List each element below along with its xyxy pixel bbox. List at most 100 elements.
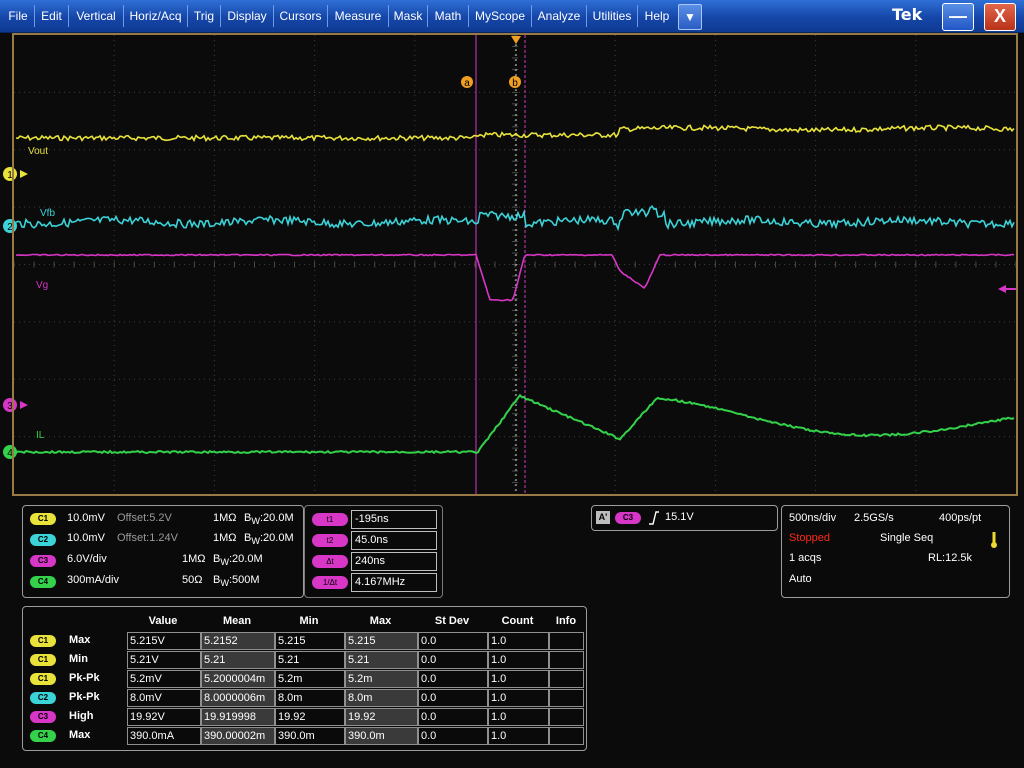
bw-sub: W — [220, 578, 229, 588]
record-length: RL:12.5k — [928, 552, 972, 564]
col-header-info: Info — [548, 615, 584, 627]
measurements-panel[interactable]: Value Mean Min Max St Dev Count Info C1 M… — [22, 606, 587, 751]
cursor-freq-label: 1/Δt — [312, 576, 348, 589]
trigger-level: 15.1V — [665, 511, 694, 523]
cell-max: 5.215 — [345, 632, 418, 650]
cell-max: 5.21 — [345, 651, 418, 669]
ch1-scale[interactable]: 10.0mV — [67, 512, 105, 524]
trigger-mode: Auto — [789, 573, 812, 585]
cell-info — [549, 670, 584, 688]
measurement-source-badge: C4 — [30, 730, 56, 742]
measurement-name: High — [69, 710, 93, 722]
cell-mean: 5.2152 — [201, 632, 275, 650]
cell-info — [549, 727, 584, 745]
cell-info — [549, 689, 584, 707]
trigger-panel[interactable]: A' C3 15.1V — [591, 505, 778, 531]
ch2-impedance: 1MΩ — [213, 532, 237, 544]
ch3-impedance: 1MΩ — [182, 553, 206, 565]
ch2-bandwidth: BW:20.0M — [244, 532, 294, 546]
cell-max: 8.0m — [345, 689, 418, 707]
cell-value: 5.21V — [127, 651, 201, 669]
cell-max: 390.0m — [345, 727, 418, 745]
measurement-source-badge: C3 — [30, 711, 56, 723]
cell-min: 19.92 — [275, 708, 345, 726]
cell-value: 5.2mV — [127, 670, 201, 688]
cell-min: 5.2m — [275, 670, 345, 688]
ch2-badge[interactable]: C2 — [30, 534, 56, 546]
cell-value: 8.0mV — [127, 689, 201, 707]
col-header-min: Min — [274, 615, 344, 627]
bw-value: :20.0M — [260, 532, 294, 544]
col-header-count: Count — [487, 615, 548, 627]
cell-mean: 390.00002m — [201, 727, 275, 745]
cursor-delta-label: Δt — [312, 555, 348, 568]
bw-sub: W — [220, 557, 229, 567]
cell-count: 1.0 — [488, 708, 549, 726]
measurement-source-badge: C1 — [30, 673, 56, 685]
cursor-t2-value: 45.0ns — [351, 531, 437, 550]
measurement-source-badge: C1 — [30, 635, 56, 647]
cell-max: 19.92 — [345, 708, 418, 726]
channel-settings-panel: C1 10.0mV Offset:5.2V 1MΩ BW:20.0M C2 10… — [22, 505, 304, 598]
ch4-badge[interactable]: C4 — [30, 576, 56, 588]
cell-stdev: 0.0 — [418, 689, 488, 707]
cursor-freq-value: 4.167MHz — [351, 573, 437, 592]
cell-info — [549, 708, 584, 726]
cursor-t1-label: t1 — [312, 513, 348, 526]
cell-count: 1.0 — [488, 651, 549, 669]
cell-min: 390.0m — [275, 727, 345, 745]
time-per-div: 500ns/div — [789, 512, 836, 524]
ch1-badge[interactable]: C1 — [30, 513, 56, 525]
cell-info — [549, 632, 584, 650]
acquisition-panel[interactable]: 500ns/div 2.5GS/s 400ps/pt Stopped Singl… — [781, 505, 1010, 598]
ch2-offset[interactable]: Offset:1.24V — [117, 532, 178, 544]
cell-count: 1.0 — [488, 670, 549, 688]
measurement-name: Max — [69, 729, 90, 741]
col-header-mean: Mean — [200, 615, 274, 627]
acquisition-count: 1 acqs — [789, 552, 821, 564]
cell-mean: 5.2000004m — [201, 670, 275, 688]
ch1-offset[interactable]: Offset:5.2V — [117, 512, 172, 524]
col-header-stdev: St Dev — [417, 615, 487, 627]
cell-info — [549, 651, 584, 669]
cell-count: 1.0 — [488, 689, 549, 707]
cursor-t1-value: -195ns — [351, 510, 437, 529]
bw-value: :500M — [229, 574, 260, 586]
ch1-impedance: 1MΩ — [213, 512, 237, 524]
ch3-scale[interactable]: 6.0V/div — [67, 553, 107, 565]
cursor-delta-value: 240ns — [351, 552, 437, 571]
trigger-status-icon — [990, 531, 998, 549]
trigger-source-badge: C3 — [615, 512, 641, 524]
ch4-scale[interactable]: 300mA/div — [67, 574, 119, 586]
col-header-max: Max — [344, 615, 417, 627]
measurement-name: Min — [69, 653, 88, 665]
cursor-t2-label: t2 — [312, 534, 348, 547]
cell-max: 5.2m — [345, 670, 418, 688]
measurement-source-badge: C2 — [30, 692, 56, 704]
cell-value: 5.215V — [127, 632, 201, 650]
ch3-bandwidth: BW:20.0M — [213, 553, 263, 567]
graticule-frame — [12, 33, 1018, 496]
bw-sub: W — [251, 536, 260, 546]
cell-count: 1.0 — [488, 727, 549, 745]
cell-min: 5.21 — [275, 651, 345, 669]
cell-count: 1.0 — [488, 632, 549, 650]
time-resolution: 400ps/pt — [939, 512, 981, 524]
cell-stdev: 0.0 — [418, 632, 488, 650]
sample-rate: 2.5GS/s — [854, 512, 894, 524]
cell-stdev: 0.0 — [418, 651, 488, 669]
cell-mean: 8.0000006m — [201, 689, 275, 707]
bw-value: :20.0M — [260, 512, 294, 524]
ch4-bandwidth: BW:500M — [213, 574, 260, 588]
col-header-value: Value — [126, 615, 200, 627]
ch4-impedance: 50Ω — [182, 574, 202, 586]
acquisition-mode: Single Seq — [880, 532, 933, 544]
measurement-name: Pk-Pk — [69, 691, 100, 703]
measurement-source-badge: C1 — [30, 654, 56, 666]
bw-sub: W — [251, 516, 260, 526]
cell-min: 8.0m — [275, 689, 345, 707]
rising-edge-icon — [648, 511, 660, 525]
ch3-badge[interactable]: C3 — [30, 555, 56, 567]
cell-value: 390.0mA — [127, 727, 201, 745]
ch2-scale[interactable]: 10.0mV — [67, 532, 105, 544]
